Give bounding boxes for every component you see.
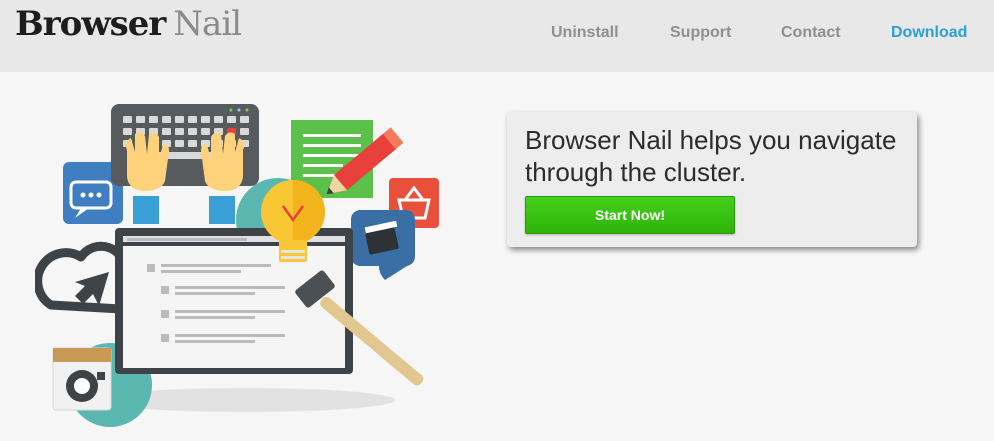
camera-icon — [52, 347, 112, 411]
hero-section: Browser Nail helps you navigate through … — [0, 72, 994, 441]
hero-headline: Browser Nail helps you navigate through … — [525, 125, 897, 187]
site-header: Browser Nail Uninstall Support Contact Do… — [0, 0, 994, 72]
brand-logo[interactable]: Browser Nail — [15, 2, 242, 46]
hero-illustration — [35, 104, 439, 427]
promo-card: Browser Nail helps you navigate through … — [507, 112, 917, 247]
nav-contact[interactable]: Contact — [781, 24, 841, 42]
nav-support[interactable]: Support — [670, 24, 731, 42]
brand-word-browser: Browser — [15, 4, 166, 44]
nav-uninstall[interactable]: Uninstall — [551, 24, 619, 42]
brand-word-nail: Nail — [173, 4, 242, 44]
clapperboard-icon — [351, 210, 415, 280]
start-now-button[interactable]: Start Now! — [525, 196, 735, 234]
nav-download[interactable]: Download — [891, 24, 967, 42]
